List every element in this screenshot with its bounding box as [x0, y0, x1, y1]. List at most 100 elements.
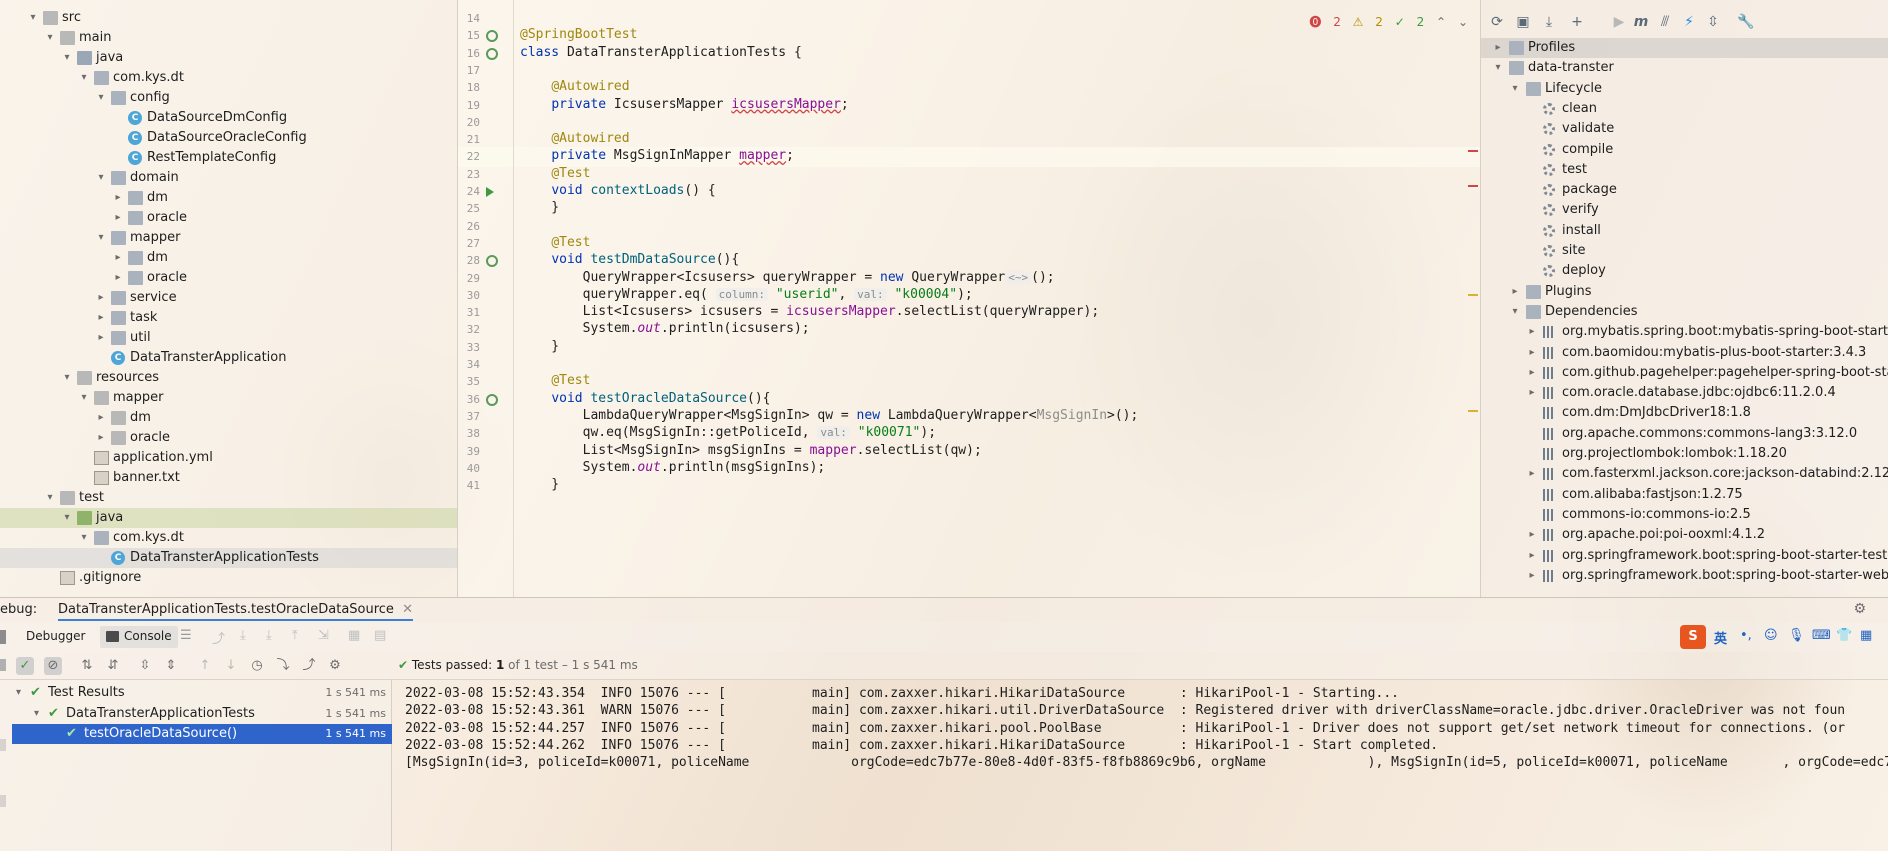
- show-ignored-icon[interactable]: ⊘: [44, 657, 62, 675]
- code-line[interactable]: System.out.println(msgSignIns);: [520, 460, 826, 475]
- chevron-right-icon[interactable]: ▸: [1525, 383, 1539, 403]
- console-line[interactable]: 2022-03-08 15:52:43.354 INFO 15076 --- […: [405, 686, 1399, 701]
- maven-tree-item[interactable]: ▾ Dependencies: [1481, 302, 1888, 322]
- maven-tree-item[interactable]: ▸ Profiles: [1481, 38, 1888, 58]
- maven-tree-item[interactable]: ▸ org.apache.poi:poi-ooxml:4.1.2: [1481, 525, 1888, 545]
- chevron-right-icon[interactable]: ▸: [94, 288, 108, 308]
- sogou-logo-icon[interactable]: S: [1680, 625, 1706, 649]
- maven-tree-item[interactable]: test: [1481, 160, 1888, 180]
- show-passed-icon[interactable]: ✓: [16, 657, 34, 675]
- import-tests-icon[interactable]: ⤵: [274, 657, 292, 675]
- project-tree-item[interactable]: ▸ oracle: [0, 428, 457, 448]
- maven-tree-item[interactable]: ▸ com.baomidou:mybatis-plus-boot-starter:…: [1481, 343, 1888, 363]
- project-tree-item[interactable]: application.yml: [0, 448, 457, 468]
- maven-tree-item[interactable]: com.alibaba:fastjson:1.2.75: [1481, 485, 1888, 505]
- console-line[interactable]: 2022-03-08 15:52:44.257 INFO 15076 --- […: [405, 721, 1845, 736]
- project-tree-item[interactable]: C DataTransterApplication: [0, 348, 457, 368]
- code-line[interactable]: @Test: [520, 166, 590, 181]
- weak-warning-count[interactable]: ✓ 2: [1395, 15, 1425, 29]
- layout-icon[interactable]: ☰: [180, 628, 192, 643]
- project-tree-item[interactable]: ▾ mapper: [0, 228, 457, 248]
- maven-tree-item[interactable]: org.apache.commons:commons-lang3:3.12.0: [1481, 424, 1888, 444]
- error-stripe-mark[interactable]: [1468, 150, 1478, 152]
- chevron-right-icon[interactable]: ▸: [94, 308, 108, 328]
- code-line[interactable]: }: [520, 339, 559, 354]
- maven-tree-item[interactable]: ▸ com.oracle.database.jdbc:ojdbc6:11.2.0.…: [1481, 383, 1888, 403]
- chevron-down-icon[interactable]: ▾: [1508, 79, 1522, 99]
- warning-stripe-mark[interactable]: [1468, 410, 1478, 412]
- microphone-icon[interactable]: 🎙: [1788, 628, 1805, 643]
- project-tree-item[interactable]: ▾ domain: [0, 168, 457, 188]
- sort-duration-icon[interactable]: ⇵: [104, 657, 122, 675]
- run-icon[interactable]: ▶: [1611, 14, 1627, 30]
- skin-icon[interactable]: 👕: [1836, 628, 1852, 643]
- code-line[interactable]: class DataTransterApplicationTests {: [520, 45, 802, 60]
- chevron-right-icon[interactable]: ▸: [94, 428, 108, 448]
- expand-all-icon[interactable]: ⇳: [136, 657, 154, 675]
- tab-console[interactable]: Console: [100, 626, 178, 648]
- maven-tree-item[interactable]: validate: [1481, 119, 1888, 139]
- previous-failed-icon[interactable]: ↑: [196, 657, 214, 675]
- bean-gutter-icon[interactable]: [486, 393, 498, 406]
- code-editor[interactable]: ⓿ 2 ⚠ 2 ✓ 2 ⌃ ⌄ 14 15 @SpringBootTest 16 cla…: [458, 0, 1480, 597]
- code-line[interactable]: void testDmDataSource(){: [520, 252, 739, 267]
- project-tree-item[interactable]: ▾ test: [0, 488, 457, 508]
- project-tree-item[interactable]: ▾ java: [0, 48, 457, 68]
- maven-tree-item[interactable]: ▸ org.springframework.boot:spring-boot-st…: [1481, 566, 1888, 586]
- code-line[interactable]: QueryWrapper<Icsusers> queryWrapper = ne…: [520, 270, 1055, 285]
- maven-tree-item[interactable]: package: [1481, 180, 1888, 200]
- code-line[interactable]: System.out.println(icsusers);: [520, 321, 810, 336]
- ime-language[interactable]: 英: [1714, 628, 1727, 647]
- error-count[interactable]: ⓿ 2: [1309, 15, 1340, 29]
- chevron-down-icon[interactable]: ⌄: [1458, 15, 1468, 29]
- execute-goal-icon[interactable]: m: [1633, 14, 1649, 30]
- chevron-down-icon[interactable]: ▾: [77, 528, 91, 548]
- chevron-right-icon[interactable]: ▸: [1525, 546, 1539, 566]
- test-tree-item[interactable]: ✔ testOracleDataSource() 1 s 541 ms: [12, 724, 392, 744]
- maven-tree-item[interactable]: ▸ org.springframework.boot:spring-boot-st…: [1481, 546, 1888, 566]
- chevron-right-icon[interactable]: ▸: [1525, 322, 1539, 342]
- maven-tree-item[interactable]: install: [1481, 221, 1888, 241]
- maven-tree-item[interactable]: verify: [1481, 200, 1888, 220]
- code-line[interactable]: List<MsgSignIn> msgSignIns = mapper.sele…: [520, 443, 982, 458]
- close-icon[interactable]: ✕: [402, 602, 413, 617]
- code-line[interactable]: @Autowired: [520, 131, 629, 146]
- download-icon[interactable]: ⤓: [1541, 14, 1557, 30]
- chevron-right-icon[interactable]: ▸: [1508, 282, 1522, 302]
- code-line[interactable]: @Test: [520, 373, 590, 388]
- tab-debugger[interactable]: Debugger: [26, 629, 85, 643]
- code-line[interactable]: void testOracleDataSource(){: [520, 391, 770, 406]
- wrench-icon[interactable]: 🔧: [1737, 14, 1754, 30]
- chevron-down-icon[interactable]: ▾: [94, 228, 108, 248]
- project-tree-item[interactable]: ▾ src: [0, 8, 457, 28]
- project-tree-item[interactable]: ▾ config: [0, 88, 457, 108]
- punctuation-icon[interactable]: •,: [1740, 628, 1752, 643]
- chevron-right-icon[interactable]: ▸: [1491, 38, 1505, 58]
- trace-icon[interactable]: ▤: [374, 628, 386, 643]
- project-tree-item[interactable]: ▾ main: [0, 28, 457, 48]
- maven-tree-item[interactable]: ▸ org.mybatis.spring.boot:mybatis-spring-…: [1481, 322, 1888, 342]
- skip-tests-icon[interactable]: ⫻: [1657, 14, 1673, 30]
- code-line[interactable]: LambdaQueryWrapper<MsgSignIn> qw = new L…: [520, 408, 1139, 423]
- code-line[interactable]: @SpringBootTest: [520, 27, 637, 42]
- project-tree-item[interactable]: ▸ service: [0, 288, 457, 308]
- project-tree-item[interactable]: ▸ dm: [0, 408, 457, 428]
- next-failed-icon[interactable]: ↓: [222, 657, 240, 675]
- code-line[interactable]: @Autowired: [520, 79, 629, 94]
- maven-tree-item[interactable]: ▸ com.github.pagehelper:pagehelper-spring…: [1481, 363, 1888, 383]
- maven-tree-item[interactable]: ▸ com.fasterxml.jackson.core:jackson-data…: [1481, 464, 1888, 484]
- warning-stripe-mark[interactable]: [1468, 294, 1478, 296]
- chevron-right-icon[interactable]: ▸: [1525, 363, 1539, 383]
- chevron-right-icon[interactable]: ▸: [111, 248, 125, 268]
- reload-icon[interactable]: ⟳: [1489, 14, 1505, 30]
- project-tree-item[interactable]: ▾ com.kys.dt: [0, 528, 457, 548]
- step-over-icon[interactable]: ⤓: [240, 628, 246, 643]
- project-tree-item[interactable]: .gitignore: [0, 568, 457, 588]
- maven-tree-item[interactable]: clean: [1481, 99, 1888, 119]
- project-tree-item[interactable]: ▸ dm: [0, 248, 457, 268]
- chevron-right-icon[interactable]: ▸: [1525, 464, 1539, 484]
- chevron-down-icon[interactable]: ▾: [60, 48, 74, 68]
- test-history-icon[interactable]: ◷: [248, 657, 266, 675]
- project-tree-item[interactable]: ▾ resources: [0, 368, 457, 388]
- chevron-right-icon[interactable]: ▸: [1525, 343, 1539, 363]
